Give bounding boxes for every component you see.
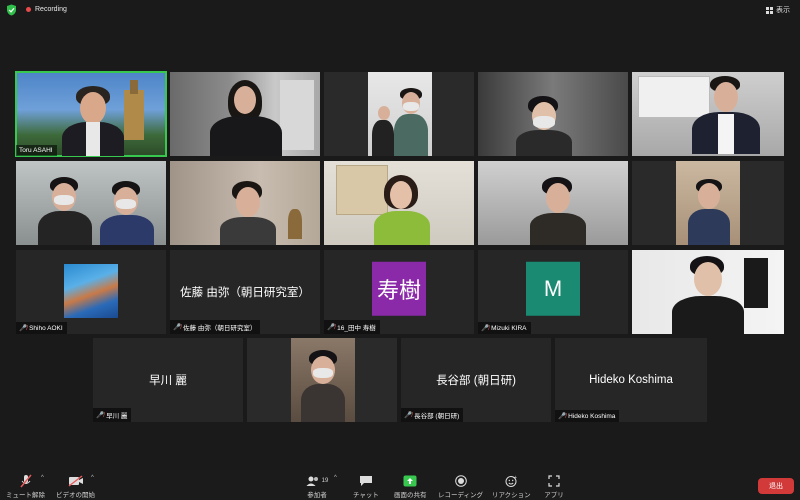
- chat-icon: [356, 474, 376, 488]
- record-button[interactable]: レコーディング: [438, 474, 483, 499]
- emoji-icon: +: [501, 474, 521, 488]
- participant-display-name: 佐藤 由弥（朝日研究室）: [180, 287, 310, 299]
- video-tile-2[interactable]: [170, 72, 320, 156]
- bookshelf-shape: [336, 165, 388, 215]
- shield-icon[interactable]: [6, 4, 17, 16]
- participant-tile-sato[interactable]: 佐藤 由弥（朝日研究室） 🎤̸ 佐藤 由弥（朝日研究室）: [170, 250, 320, 334]
- reactions-label: リアクション: [492, 492, 531, 499]
- participants-label: 参加者: [307, 492, 327, 499]
- participant-tile-tanaka[interactable]: 寿樹 🎤̸ 16_田中 寿樹: [324, 250, 474, 334]
- svg-text:+: +: [514, 475, 517, 481]
- participant-name: 🎤̸ 16_田中 寿樹: [324, 320, 380, 334]
- top-bar: Recording 表示: [0, 0, 800, 20]
- participant-tile-mizuki-kira[interactable]: M 🎤̸ Mizuki KIRA: [478, 250, 628, 334]
- participant-name: 🎤̸ Hideko Koshima: [555, 410, 620, 422]
- participants-button[interactable]: 19 参加者: [302, 474, 332, 499]
- mic-muted-icon: 🎤̸: [558, 413, 567, 420]
- mic-muted-icon: 🎤̸: [173, 324, 182, 331]
- leave-button[interactable]: 退出: [758, 478, 794, 494]
- share-screen-label: 画面の共有: [394, 492, 427, 499]
- video-tile-6[interactable]: [16, 161, 166, 245]
- video-tile-17[interactable]: [247, 338, 397, 422]
- chevron-up-icon[interactable]: ^: [41, 475, 44, 481]
- apps-icon: [544, 474, 564, 488]
- video-tile-9[interactable]: [478, 161, 628, 245]
- video-tile-15[interactable]: [632, 250, 784, 334]
- chevron-up-icon[interactable]: ^: [334, 475, 337, 481]
- participant-display-name: 早川 麗: [149, 375, 187, 387]
- reactions-button[interactable]: + リアクション: [492, 474, 531, 499]
- mic-muted-icon: 🎤̸: [404, 412, 413, 419]
- participants-icon: 19: [302, 474, 332, 488]
- chat-label: チャット: [353, 492, 379, 499]
- participants-count: 19: [321, 478, 329, 484]
- mic-muted-icon: 🎤̸: [327, 324, 336, 331]
- apps-button[interactable]: アプリ: [544, 474, 564, 499]
- avatar: 寿樹: [372, 261, 426, 316]
- video-off-icon: [66, 474, 86, 488]
- recording-indicator[interactable]: Recording: [26, 6, 67, 13]
- mic-muted-icon: 🎤̸: [19, 325, 28, 332]
- record-icon: [451, 474, 471, 488]
- grid-view-icon: [766, 6, 773, 14]
- recording-dot-icon: [26, 7, 31, 12]
- participant-tile-hasebe[interactable]: 長谷部 (朝日研) 🎤̸ 長谷部 (朝日研): [401, 338, 551, 422]
- avatar: M: [526, 261, 580, 316]
- participant-name: Toru ASAHI: [16, 145, 57, 156]
- participant-name: 🎤̸ 長谷部 (朝日研): [401, 408, 464, 422]
- video-tile-4[interactable]: [478, 72, 628, 156]
- participant-tile-hideko-koshima[interactable]: Hideko Koshima 🎤̸ Hideko Koshima: [555, 338, 707, 422]
- video-tile-7[interactable]: [170, 161, 320, 245]
- profile-picture: [64, 264, 118, 318]
- participant-display-name: Hideko Koshima: [589, 374, 673, 386]
- unmute-label: ミュート解除: [6, 492, 45, 499]
- participant-name: 🎤̸ Shiho AOKI: [16, 322, 67, 334]
- record-label: レコーディング: [438, 492, 484, 499]
- tower-top-shape: [130, 80, 138, 94]
- video-tile-toru-asahi[interactable]: Toru ASAHI: [15, 71, 167, 157]
- start-video-label: ビデオの開始: [56, 492, 95, 499]
- video-tile-10[interactable]: [632, 161, 784, 245]
- participant-display-name: 長谷部 (朝日研): [436, 375, 516, 387]
- unmute-button[interactable]: ミュート解除: [6, 474, 45, 499]
- dark-object-shape: [744, 258, 768, 308]
- participant-name: 🎤̸ 早川 麗: [93, 408, 132, 422]
- apps-label: アプリ: [544, 492, 564, 499]
- video-tile-8[interactable]: [324, 161, 474, 245]
- video-tile-3[interactable]: [324, 72, 474, 156]
- participant-tile-shiho-aoki[interactable]: 🎤̸ Shiho AOKI: [16, 250, 166, 334]
- participant-tile-hayakawa[interactable]: 早川 麗 🎤̸ 早川 麗: [93, 338, 243, 422]
- view-button[interactable]: 表示: [766, 5, 790, 15]
- plant-shape: [288, 209, 302, 239]
- participant-name: 🎤̸ 佐藤 由弥（朝日研究室）: [170, 320, 261, 334]
- mic-muted-icon: 🎤̸: [481, 325, 490, 332]
- chat-button[interactable]: チャット: [353, 474, 379, 499]
- view-label: 表示: [776, 7, 790, 14]
- share-screen-button[interactable]: 画面の共有: [394, 474, 427, 499]
- mic-muted-icon: [16, 474, 36, 488]
- participant-name: 🎤̸ Mizuki KIRA: [478, 322, 531, 334]
- start-video-button[interactable]: ビデオの開始: [56, 474, 95, 499]
- chevron-up-icon[interactable]: ^: [91, 475, 94, 481]
- recording-label: Recording: [35, 6, 67, 13]
- video-tile-5[interactable]: [632, 72, 784, 156]
- shelf-shape: [280, 80, 314, 150]
- share-screen-icon: [400, 474, 420, 488]
- meeting-toolbar: ミュート解除 ^ ビデオの開始 ^ 19 参加者 ^ チャット 画面の共有 レコ…: [0, 470, 800, 500]
- mic-muted-icon: 🎤̸: [96, 412, 105, 419]
- tower-shape: [124, 90, 144, 140]
- whiteboard-shape: [638, 76, 710, 118]
